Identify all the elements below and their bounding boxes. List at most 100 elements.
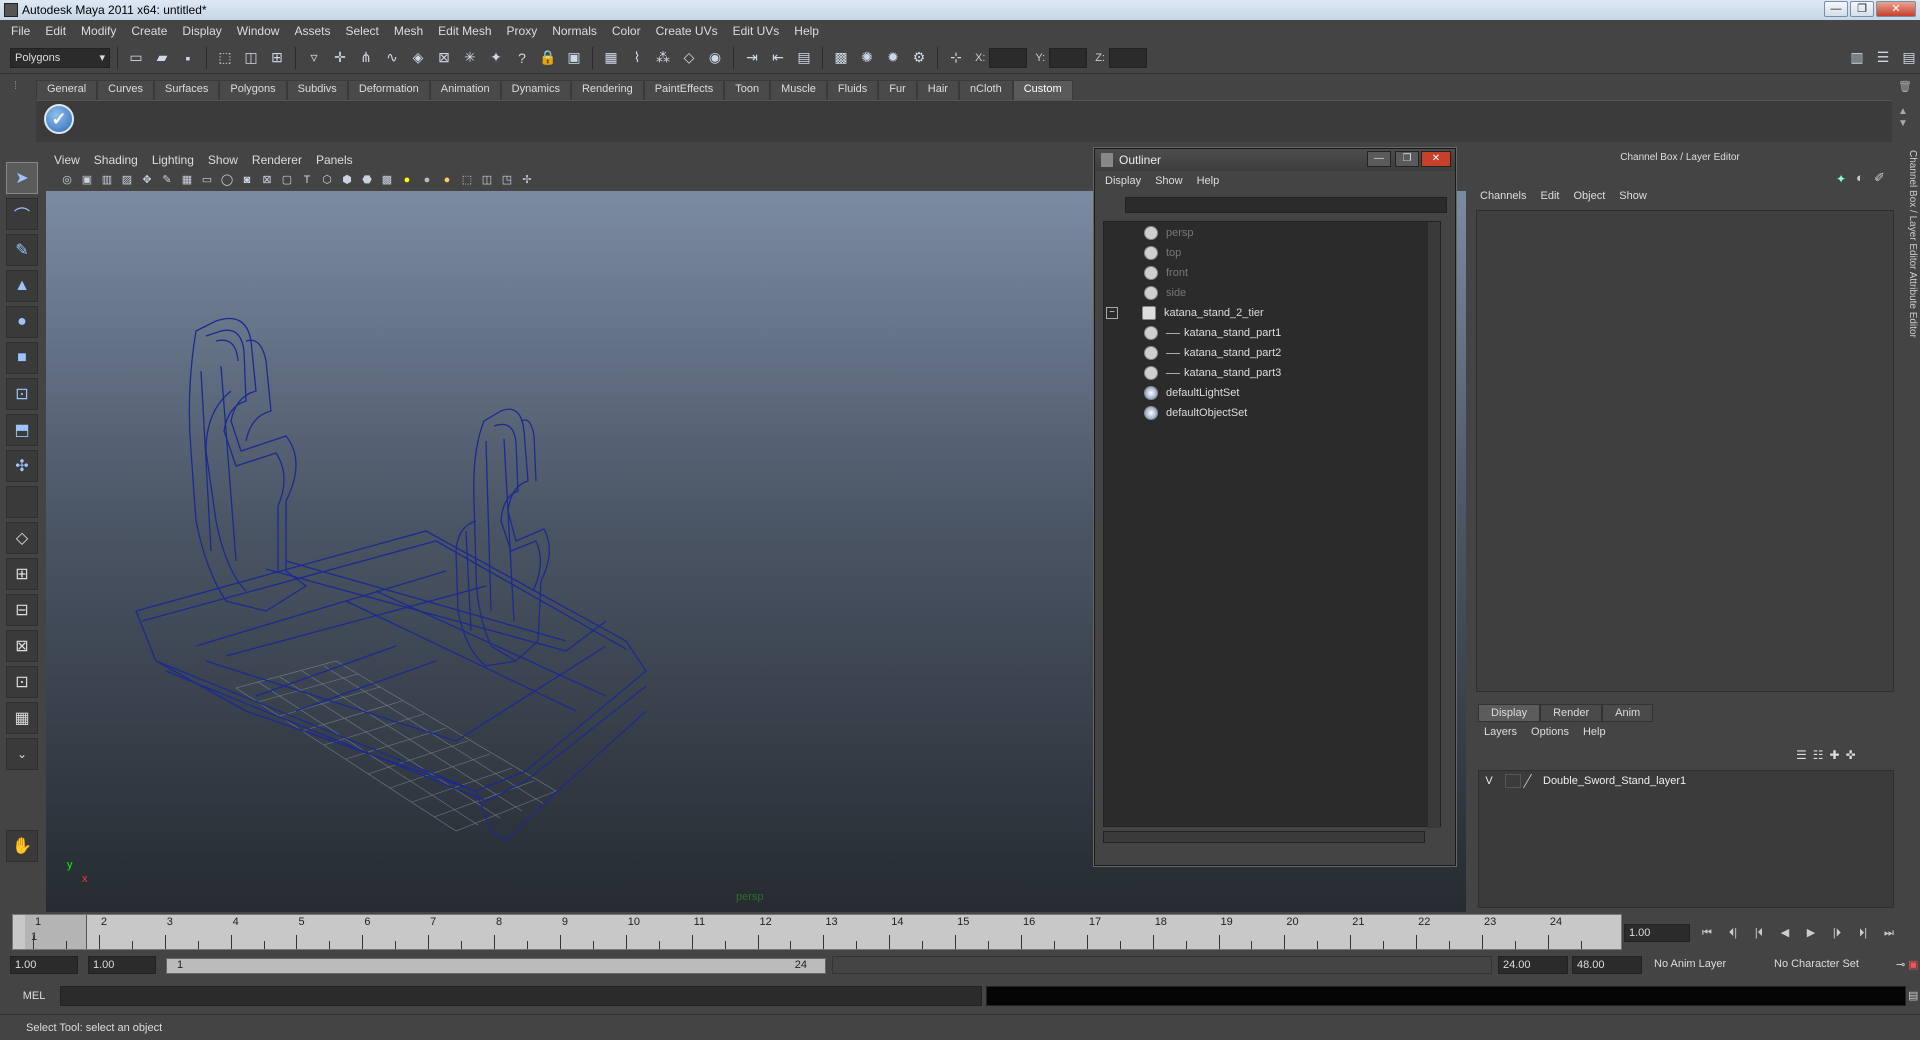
wireframe-icon[interactable]: ⬡: [318, 172, 336, 188]
menu-mesh[interactable]: Mesh: [387, 24, 431, 38]
bookmarks-icon[interactable]: ▥: [98, 172, 116, 188]
x-field[interactable]: [989, 47, 1028, 68]
snap-point-icon[interactable]: ⁂: [652, 47, 674, 69]
maximize-button[interactable]: ❐: [1850, 1, 1874, 17]
input-field-mode-icon[interactable]: ⊹: [945, 47, 967, 69]
last-tool-icon[interactable]: [6, 486, 38, 518]
channel-menu-object[interactable]: Object: [1573, 190, 1605, 208]
outliner-minimize-button[interactable]: —: [1367, 151, 1391, 167]
field-chart-icon[interactable]: ⊠: [258, 172, 276, 188]
default-lighting-icon[interactable]: ●: [398, 172, 416, 188]
outliner-item-side[interactable]: side: [1144, 284, 1186, 302]
mel-language-toggle[interactable]: MEL: [10, 986, 58, 1006]
tab-curves[interactable]: Curves: [97, 80, 154, 100]
menu-window[interactable]: Window: [230, 24, 288, 38]
menu-edit-uvs[interactable]: Edit UVs: [726, 24, 788, 38]
tab-muscle[interactable]: Muscle: [770, 80, 827, 100]
auto-key-icon[interactable]: ⊸: [1896, 958, 1905, 971]
outliner-item-persp[interactable]: persp: [1144, 224, 1194, 242]
four-pane-layout-icon[interactable]: ⊞: [6, 558, 38, 590]
menu-color[interactable]: Color: [605, 24, 649, 38]
go-to-start-icon[interactable]: ⏮: [1696, 924, 1718, 942]
snap-view-plane-icon[interactable]: ◇: [678, 47, 700, 69]
create-layer-from-selected-icon[interactable]: ✜: [1846, 748, 1856, 762]
outliner-item-default-light-set[interactable]: defaultLightSet: [1144, 384, 1239, 402]
layer-color-swatch[interactable]: [1522, 774, 1542, 788]
select-joints-icon[interactable]: ⋔: [355, 47, 377, 69]
outliner-item-katana-stand-part2[interactable]: katana_stand_part2: [1144, 344, 1281, 362]
tab-hair[interactable]: Hair: [916, 80, 959, 100]
tab-display-layers[interactable]: Display: [1478, 704, 1541, 722]
layer-menu-layers[interactable]: Layers: [1484, 726, 1517, 738]
shadows-icon[interactable]: ●: [438, 172, 456, 188]
tab-general[interactable]: General: [36, 80, 98, 100]
single-pane-layout-icon[interactable]: ◇: [6, 522, 38, 554]
wireframe-on-shaded-icon[interactable]: ⬣: [358, 172, 376, 188]
collapse-toggle-icon[interactable]: −: [1106, 307, 1118, 319]
script-editor-icon[interactable]: ▤: [1908, 989, 1918, 1002]
rotate-tool-icon[interactable]: ●: [6, 306, 38, 338]
outliner-menu-display[interactable]: Display: [1105, 175, 1141, 193]
menu-normals[interactable]: Normals: [545, 24, 605, 38]
menu-display[interactable]: Display: [175, 24, 229, 38]
tab-toon[interactable]: Toon: [724, 80, 771, 100]
layer-menu-help[interactable]: Help: [1583, 726, 1606, 738]
current-frame-field[interactable]: 1.00: [1624, 924, 1690, 942]
play-backwards-icon[interactable]: ◀: [1774, 924, 1796, 942]
time-slider[interactable]: 1 1 2 3 4 5 6 7 8 9 10 11 12 13 14 15 16 17 18 19 20 21 22 23 2…: [12, 914, 1622, 950]
tab-polygons[interactable]: Polygons: [219, 80, 287, 100]
menu-assets[interactable]: Assets: [287, 24, 338, 38]
menu-file[interactable]: File: [4, 24, 38, 38]
menu-modify[interactable]: Modify: [74, 24, 124, 38]
outliner-filter-field[interactable]: [1125, 197, 1447, 213]
outliner-item-front[interactable]: front: [1144, 264, 1188, 282]
outliner-item-katana-stand-part1[interactable]: katana_stand_part1: [1144, 324, 1281, 342]
outliner-horizontal-scrollbar[interactable]: [1103, 831, 1425, 843]
tab-fur[interactable]: Fur: [878, 80, 917, 100]
viewport-menu-panels[interactable]: Panels: [316, 153, 353, 167]
tab-surfaces[interactable]: Surfaces: [153, 80, 220, 100]
tab-fluids[interactable]: Fluids: [826, 80, 879, 100]
mask-dropdown-icon[interactable]: ▿: [303, 47, 325, 69]
grid-toggle-icon[interactable]: ▦: [178, 172, 196, 188]
save-scene-icon[interactable]: ▪: [177, 47, 199, 69]
menuset-dropdown[interactable]: Polygons ▾: [10, 47, 110, 68]
move-layer-up-icon[interactable]: ☰: [1796, 748, 1807, 762]
outliner-item-default-object-set[interactable]: defaultObjectSet: [1144, 404, 1247, 422]
two-d-pan-zoom-icon[interactable]: ✥: [138, 172, 156, 188]
persp-graph-layout-icon[interactable]: ⊠: [6, 630, 38, 662]
highlight-selection-icon[interactable]: ▣: [563, 47, 585, 69]
menu-proxy[interactable]: Proxy: [500, 24, 546, 38]
anim-layer-dropdown[interactable]: No Anim Layer: [1650, 956, 1760, 974]
close-button[interactable]: ✕: [1876, 1, 1916, 17]
grease-pencil-icon[interactable]: ✎: [158, 172, 176, 188]
go-to-end-icon[interactable]: ⏭: [1878, 924, 1900, 942]
tab-subdivs[interactable]: Subdivs: [286, 80, 348, 100]
y-field[interactable]: [1049, 47, 1088, 68]
select-component-icon[interactable]: ⊞: [266, 47, 288, 69]
textured-icon[interactable]: ▩: [378, 172, 396, 188]
layer-list[interactable]: V Double_Sword_Stand_layer1: [1478, 770, 1894, 908]
outliner-menu-help[interactable]: Help: [1197, 175, 1220, 193]
side-panel-tabs[interactable]: Channel Box / Layer Editor Attribute Edi…: [1900, 150, 1918, 410]
lock-selection-icon[interactable]: 🔒: [537, 47, 559, 69]
lasso-tool-icon[interactable]: ⌒: [6, 198, 38, 230]
tab-deformation[interactable]: Deformation: [347, 80, 430, 100]
outliner-title-bar[interactable]: Outliner — ❐ ✕: [1095, 149, 1455, 171]
channel-box-toggle-icon[interactable]: ▤: [1898, 47, 1920, 69]
snap-grid-icon[interactable]: ▦: [600, 47, 622, 69]
tab-painteffects[interactable]: PaintEffects: [643, 80, 725, 100]
select-rendering-icon[interactable]: ✦: [485, 47, 507, 69]
outliner-vertical-scrollbar[interactable]: [1428, 222, 1440, 828]
channel-menu-show[interactable]: Show: [1619, 190, 1647, 208]
animation-start-field[interactable]: 1.00: [10, 956, 78, 974]
step-forward-key-icon[interactable]: |⏵: [1826, 924, 1848, 942]
tab-anim-layers[interactable]: Anim: [1602, 704, 1654, 722]
outliner-close-button[interactable]: ✕: [1421, 151, 1451, 167]
animation-preferences-icon[interactable]: ▣: [1908, 958, 1918, 971]
select-surfaces-icon[interactable]: ◈: [407, 47, 429, 69]
menu-create-uvs[interactable]: Create UVs: [649, 24, 726, 38]
outliner-maximize-button[interactable]: ❐: [1395, 151, 1419, 167]
tab-custom[interactable]: Custom: [1012, 80, 1073, 100]
film-gate-icon[interactable]: ▭: [198, 172, 216, 188]
